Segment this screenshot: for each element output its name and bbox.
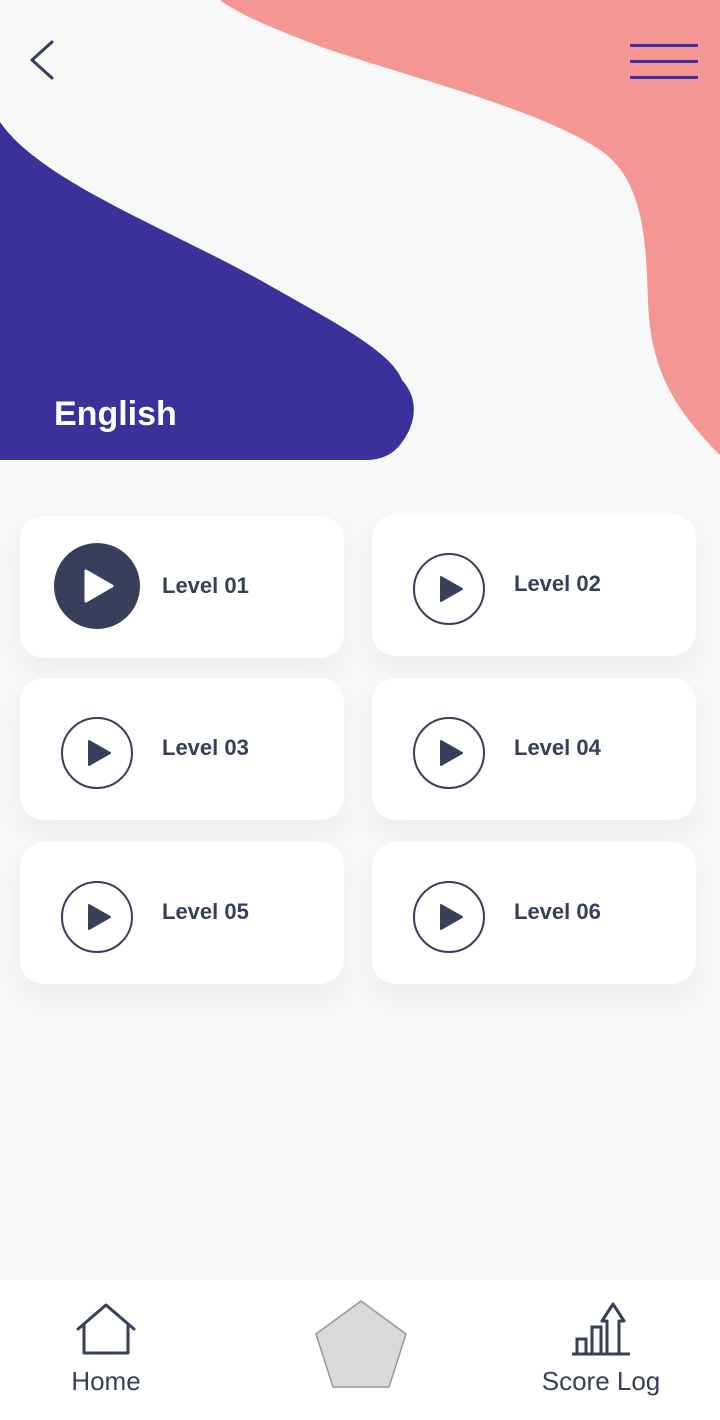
level-card-06[interactable]: Level 06 [372,842,696,984]
level-label: Level 06 [514,899,601,924]
chevron-left-icon [30,40,54,80]
hamburger-menu-icon [630,44,698,79]
level-label: Level 04 [514,735,601,760]
menu-button[interactable] [626,38,702,86]
nav-score-log[interactable]: Score Log [526,1296,676,1416]
level-card-01[interactable]: Level 01 [20,516,344,658]
bar-chart-up-icon [572,1302,630,1356]
level-label: Level 05 [162,899,249,924]
level-card-03[interactable]: Level 03 [20,678,344,820]
level-label: Level 02 [514,571,601,596]
level-card-04[interactable]: Level 04 [372,678,696,820]
play-outline-icon [413,881,485,953]
page-title: English [54,395,177,433]
level-label: Level 01 [162,573,249,598]
play-outline-icon [413,553,485,625]
nav-score-log-label: Score Log [541,1366,661,1396]
nav-center-button[interactable] [312,1298,410,1394]
play-outline-icon [61,881,133,953]
level-card-05[interactable]: Level 05 [20,842,344,984]
level-label: Level 03 [162,735,249,760]
nav-home[interactable]: Home [50,1296,162,1416]
level-card-02[interactable]: Level 02 [372,514,696,656]
nav-home-label: Home [71,1366,141,1396]
play-outline-icon [413,717,485,789]
play-filled-icon [54,543,140,629]
bottom-nav: Home Score Log [0,1280,720,1420]
pentagon-icon [315,1300,407,1388]
back-button[interactable] [18,34,66,86]
home-icon [76,1303,136,1355]
play-outline-icon [61,717,133,789]
